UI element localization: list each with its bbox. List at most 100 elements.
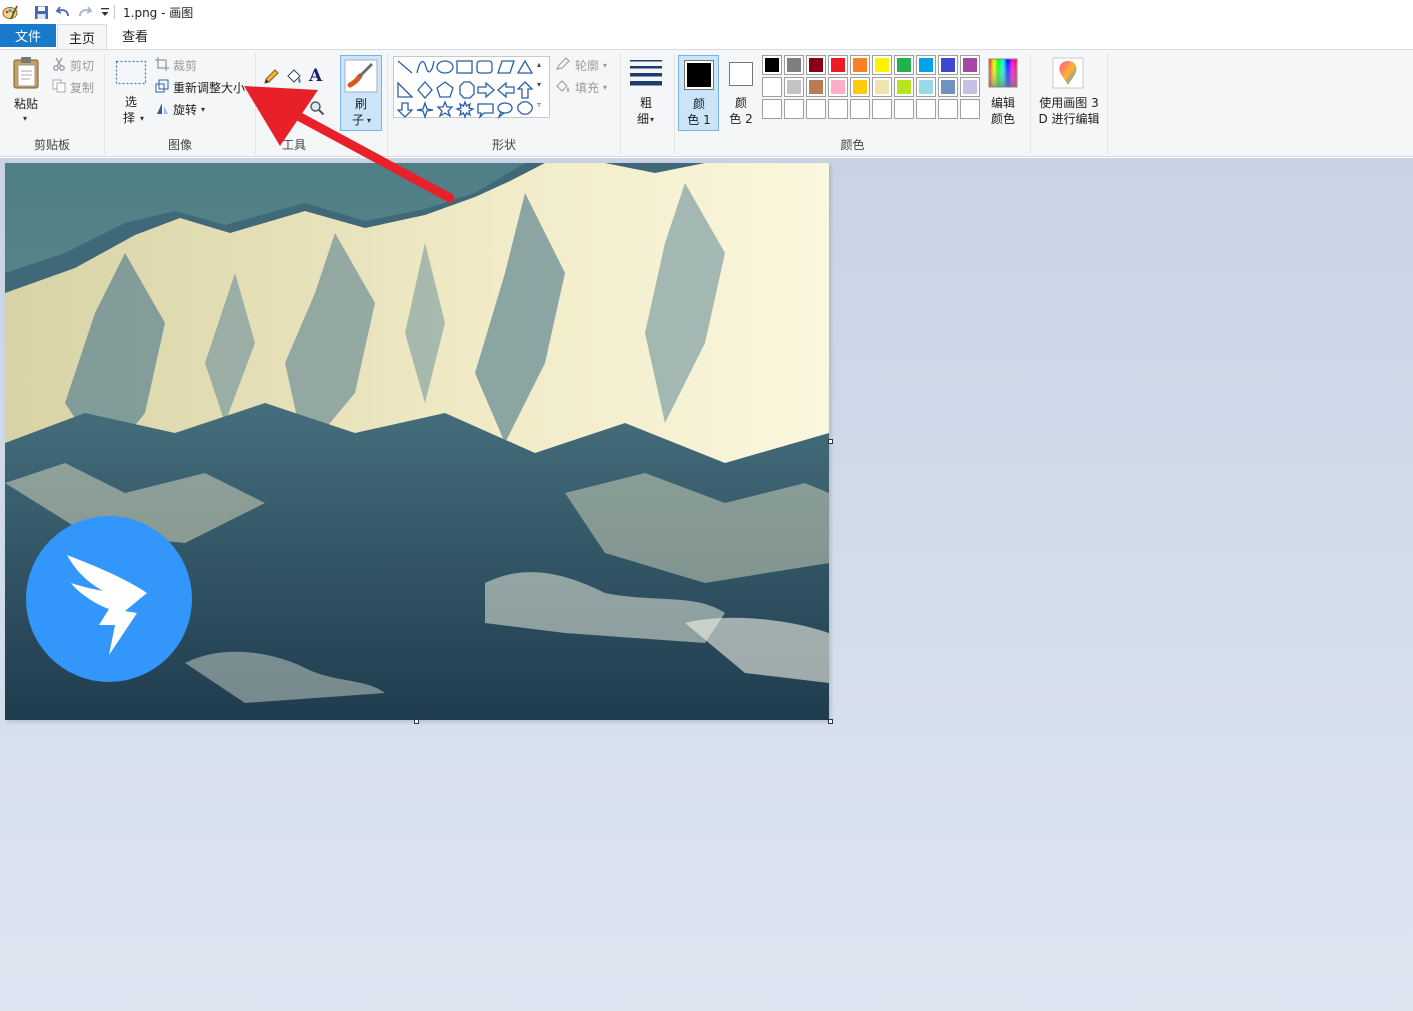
palette-swatch[interactable] [960, 55, 980, 75]
line-width-icon [629, 58, 663, 89]
group-separator [1107, 54, 1108, 154]
palette-swatch[interactable] [784, 99, 804, 119]
canvas-resize-handle-corner[interactable] [828, 719, 833, 724]
outline-dropdown-caret: ▾ [603, 60, 608, 70]
color-palette [762, 55, 984, 121]
save-icon[interactable] [32, 3, 50, 21]
paint3d-label-line2: D 进行编辑 [1038, 112, 1100, 126]
canvas-resize-handle-right[interactable] [828, 439, 833, 444]
group-separator [1030, 54, 1031, 154]
palette-swatch[interactable] [916, 99, 936, 119]
select-dropdown-caret: ▾ [140, 114, 145, 123]
cut-button[interactable]: 剪切 [52, 55, 94, 75]
group-separator [620, 54, 621, 154]
clipboard-group-label: 剪贴板 [33, 138, 70, 152]
title-bar: 1.png - 画图 [0, 0, 1413, 24]
redo-icon[interactable] [76, 3, 94, 21]
palette-swatch[interactable] [916, 77, 936, 97]
image-canvas[interactable] [5, 163, 829, 720]
shapes-more-icon[interactable]: ▿ [537, 100, 541, 109]
palette-swatch[interactable] [828, 77, 848, 97]
palette-swatch[interactable] [806, 77, 826, 97]
edit-colors-button[interactable]: 编辑 颜色 [983, 55, 1023, 131]
crop-button[interactable]: 裁剪 [155, 55, 197, 75]
cut-label: 剪切 [70, 58, 95, 73]
color1-button[interactable]: 颜 色 1 [678, 55, 719, 131]
palette-swatch[interactable] [872, 99, 892, 119]
paste-label: 粘贴 [13, 97, 38, 111]
palette-swatch[interactable] [960, 99, 980, 119]
select-button[interactable]: 选 择 ▾ [111, 54, 151, 130]
image-group-label: 图像 [167, 138, 192, 152]
workspace [0, 158, 1413, 1011]
palette-swatch[interactable] [938, 77, 958, 97]
paint-app-icon[interactable] [1, 3, 19, 21]
palette-swatch[interactable] [762, 55, 782, 75]
resize-label: 重新调整大小 [173, 80, 246, 95]
palette-swatch[interactable] [784, 77, 804, 97]
palette-swatch[interactable] [894, 77, 914, 97]
tab-view[interactable]: 查看 [110, 24, 160, 47]
palette-swatch[interactable] [916, 55, 936, 75]
select-label-line1: 选 [124, 95, 137, 109]
palette-swatch[interactable] [806, 99, 826, 119]
size-label-line2: 细 [636, 112, 649, 126]
palette-swatch[interactable] [938, 99, 958, 119]
shapes-scroll-down-icon[interactable]: ▾ [537, 80, 541, 89]
palette-swatch[interactable] [762, 99, 782, 119]
title-separator [114, 5, 115, 19]
palette-swatch[interactable] [850, 55, 870, 75]
palette-swatch[interactable] [850, 77, 870, 97]
palette-swatch[interactable] [784, 55, 804, 75]
color2-swatch-frame [729, 62, 753, 86]
color-spectrum-icon [988, 58, 1018, 91]
paste-dropdown-caret: ▾ [23, 114, 28, 123]
color2-label-line1: 颜 [734, 96, 747, 110]
outline-button[interactable]: 轮廓 ▾ [555, 55, 607, 75]
palette-swatch[interactable] [872, 55, 892, 75]
size-dropdown-caret: ▾ [650, 115, 655, 124]
customize-toolbar-icon[interactable] [96, 3, 114, 21]
tab-home[interactable]: 主页 [57, 24, 107, 49]
palette-swatch[interactable] [894, 55, 914, 75]
color1-label-line2: 色 1 [687, 113, 711, 127]
outline-icon [555, 56, 571, 74]
mountain-photo [5, 163, 829, 720]
palette-swatch[interactable] [828, 55, 848, 75]
size-button[interactable]: 粗 细 ▾ [626, 55, 666, 131]
ribbon: 粘贴 ▾ 剪切 复制 剪贴板 选 择 ▾ 裁剪 重新调整大小 旋转 ▾ 图像 A… [0, 49, 1413, 157]
palette-swatch[interactable] [828, 99, 848, 119]
tab-file[interactable]: 文件 [0, 24, 56, 47]
copy-label: 复制 [70, 80, 95, 95]
outline-label: 轮廓 [575, 58, 600, 73]
rotate-dropdown-caret: ▾ [201, 104, 206, 114]
canvas-resize-handle-bottom[interactable] [414, 719, 419, 724]
rotate-button[interactable]: 旋转 ▾ [155, 99, 205, 119]
annotation-arrow [244, 86, 455, 203]
size-label-line1: 粗 [639, 96, 652, 110]
color2-label-line2: 色 2 [729, 112, 753, 126]
copy-button[interactable]: 复制 [52, 77, 94, 97]
paste-button[interactable]: 粘贴 ▾ [6, 54, 46, 130]
palette-swatch[interactable] [872, 77, 892, 97]
clipboard-group: 粘贴 ▾ 剪切 复制 剪贴板 [0, 50, 104, 156]
edit-colors-label-line2: 颜色 [990, 112, 1015, 126]
resize-button[interactable]: 重新调整大小 [155, 77, 245, 97]
color2-button[interactable]: 颜 色 2 [721, 55, 761, 131]
fill-dropdown-caret: ▾ [603, 82, 608, 92]
undo-icon[interactable] [54, 3, 72, 21]
palette-swatch[interactable] [850, 99, 870, 119]
color1-swatch [687, 63, 711, 87]
fill-button[interactable]: 填充 ▾ [555, 77, 607, 97]
palette-swatch[interactable] [762, 77, 782, 97]
edit-with-paint3d-button[interactable]: 使用画图 3 D 进行编辑 [1034, 55, 1104, 131]
colors-group: 颜 色 1 颜 色 2 编辑 颜色 颜色 [675, 50, 1030, 156]
clipboard-icon [12, 56, 42, 93]
palette-swatch[interactable] [894, 99, 914, 119]
color1-label-line1: 颜 [692, 97, 705, 111]
scissors-icon [52, 57, 66, 74]
palette-swatch[interactable] [938, 55, 958, 75]
shapes-scroll-up-icon[interactable]: ▴ [537, 60, 541, 69]
palette-swatch[interactable] [960, 77, 980, 97]
palette-swatch[interactable] [806, 55, 826, 75]
